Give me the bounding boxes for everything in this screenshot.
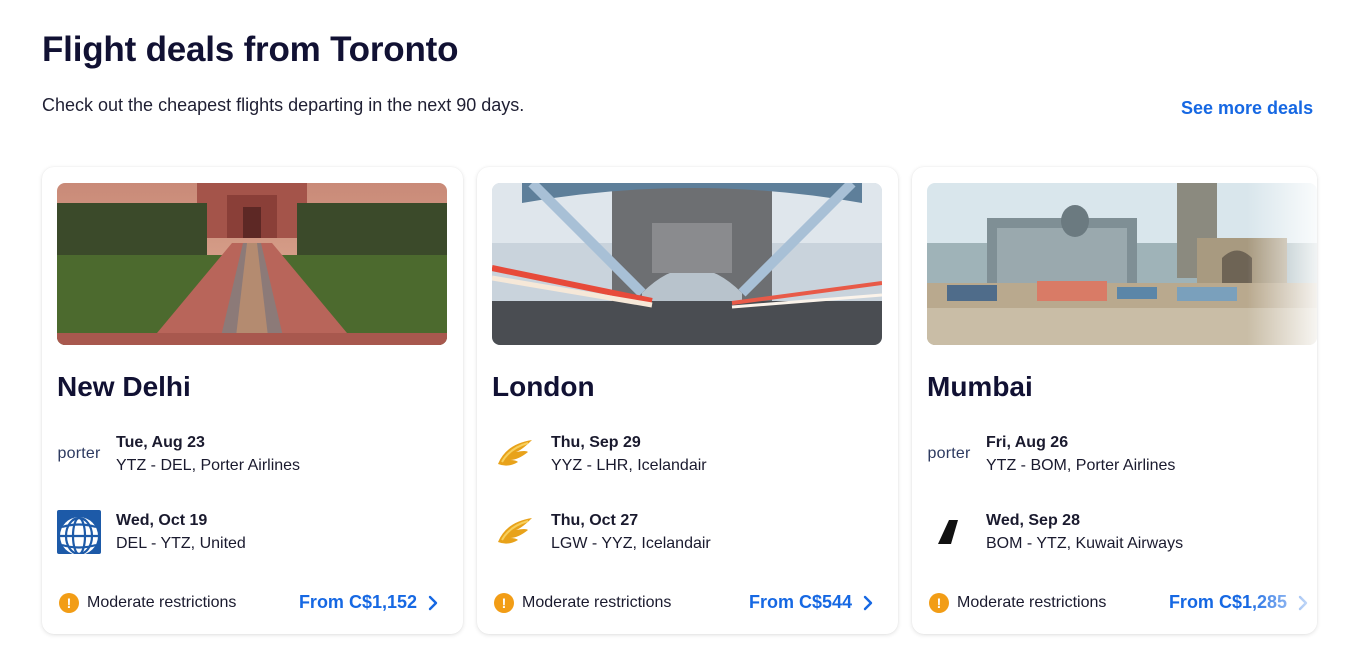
price-link[interactable]: From C$1,152 (299, 592, 417, 613)
flight-route: YYZ - LHR, Icelandair (551, 457, 707, 474)
restrictions-label: Moderate restrictions (957, 594, 1107, 611)
chevron-right-icon[interactable] (425, 593, 441, 613)
card-footer: ! Moderate restrictions From C$1,285 (927, 591, 1317, 615)
flight-date: Tue, Aug 23 (116, 434, 205, 451)
flight-date: Wed, Sep 28 (986, 512, 1080, 529)
city-name: Mumbai (927, 371, 1033, 402)
card-footer: ! Moderate restrictions From C$544 (492, 591, 882, 615)
icelandair-wing-logo-icon (492, 510, 536, 554)
kuwait-airways-tail-logo-icon (927, 510, 971, 554)
porter-logo-icon: porter (927, 432, 971, 476)
page-subtitle: Check out the cheapest flights departing… (42, 95, 525, 115)
city-name: New Delhi (57, 371, 191, 402)
warning-icon: ! (494, 593, 514, 613)
restrictions-label: Moderate restrictions (87, 594, 237, 611)
flight-route: DEL - YTZ, United (116, 535, 246, 552)
see-more-deals-link[interactable]: See more deals (1181, 98, 1313, 119)
warning-icon: ! (59, 593, 79, 613)
flight-route: YTZ - DEL, Porter Airlines (116, 457, 301, 474)
flight-route: LGW - YYZ, Icelandair (551, 535, 711, 552)
flight-row: Thu, Oct 27 LGW - YYZ, Icelandair (492, 510, 882, 556)
flight-date: Thu, Sep 29 (551, 434, 641, 451)
deal-card-new-delhi[interactable]: New Delhi porter Tue, Aug 23 YTZ - DEL, … (42, 167, 463, 634)
chevron-right-icon[interactable] (860, 593, 876, 613)
flight-row: porter Fri, Aug 26 YTZ - BOM, Porter Air… (927, 432, 1317, 478)
flight-row: Thu, Sep 29 YYZ - LHR, Icelandair (492, 432, 882, 478)
flight-route: YTZ - BOM, Porter Airlines (986, 457, 1176, 474)
flight-date: Thu, Oct 27 (551, 512, 639, 529)
deal-card-london[interactable]: London Thu, Sep 29 YYZ - LHR, Icelandair… (477, 167, 898, 634)
city-name: London (492, 371, 595, 402)
flight-date: Fri, Aug 26 (986, 434, 1069, 451)
flight-row: Wed, Oct 19 DEL - YTZ, United (57, 510, 447, 556)
porter-logo-icon: porter (57, 432, 101, 476)
flight-date: Wed, Oct 19 (116, 512, 208, 529)
price-link[interactable]: From C$1,285 (1169, 592, 1287, 613)
warning-icon: ! (929, 593, 949, 613)
chevron-right-icon[interactable] (1295, 593, 1311, 613)
flight-route: BOM - YTZ, Kuwait Airways (986, 535, 1184, 552)
flight-row: porter Tue, Aug 23 YTZ - DEL, Porter Air… (57, 432, 447, 478)
page-title: Flight deals from Toronto (42, 30, 459, 69)
card-footer: ! Moderate restrictions From C$1,152 (57, 591, 447, 615)
destination-photo (927, 183, 1317, 345)
porter-logo-text: porter (57, 445, 101, 462)
restrictions-label: Moderate restrictions (522, 594, 672, 611)
destination-photo (492, 183, 882, 345)
icelandair-wing-logo-icon (492, 432, 536, 476)
deal-card-mumbai[interactable]: Mumbai porter Fri, Aug 26 YTZ - BOM, Por… (912, 167, 1317, 634)
porter-logo-text: porter (927, 445, 971, 462)
flight-row: Wed, Sep 28 BOM - YTZ, Kuwait Airways (927, 510, 1317, 556)
destination-photo (57, 183, 447, 345)
price-link[interactable]: From C$544 (749, 592, 852, 613)
united-globe-logo-icon (57, 510, 101, 554)
